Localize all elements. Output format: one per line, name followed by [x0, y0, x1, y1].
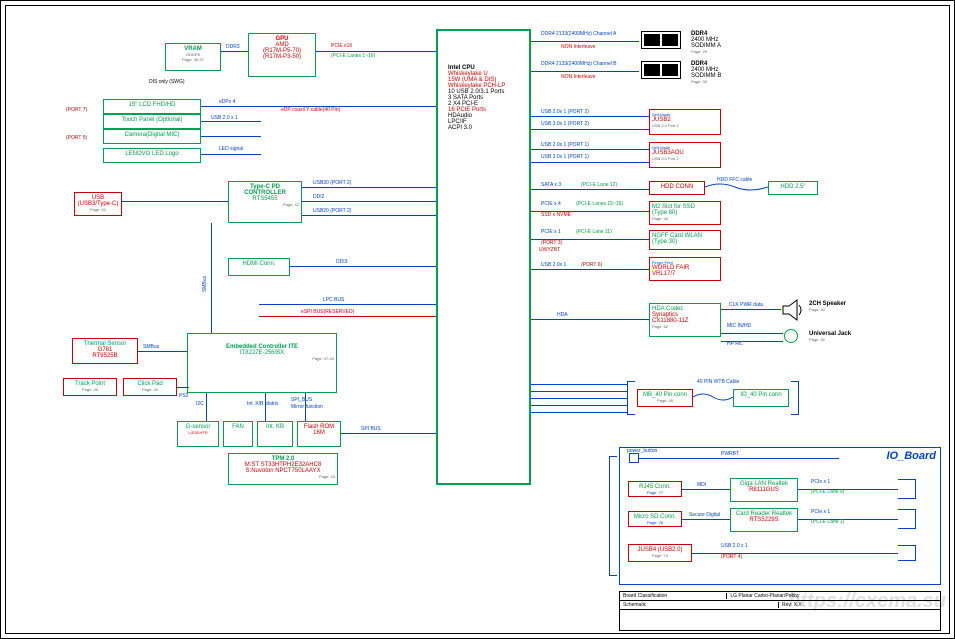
port7-label: (PORT 7) — [66, 107, 87, 113]
speaker-label: 2CH Speaker Page: 52 — [809, 301, 846, 312]
io40-block: IO_40 Pin conn — [733, 389, 789, 407]
tpm-block: TPM 2.0 M:ST ST33HTPH2E32AHC8 S:Nuvoton … — [228, 453, 338, 485]
pcie-lanes-label: (PCI-E Lanes 1~16) — [331, 53, 375, 59]
ddr4-a-block: DDR4 2400 MHz SODIMM A Page: 29 — [691, 31, 721, 54]
jusb4-block: JUSB4 (USB2.0) Page: 74 — [628, 544, 692, 562]
card-reader-block: Card Reader Realtek RTS5229S — [730, 508, 798, 532]
gpu-block: GPU AMD (R17M-P5-70) (R17M-P3-50) — [248, 33, 316, 77]
rj45-block: RJ45 Conn. Page: 77 — [628, 481, 682, 497]
vram-block: VRAM GDDR5 Page: 36-37 — [165, 43, 221, 71]
dis-only-label: DIS only (SWG) — [149, 79, 185, 85]
gsensor-block: G-sensor LIS3DHTR — [177, 421, 219, 447]
lan-block: Giga LAN Realtek R8111GUS — [730, 478, 798, 502]
sodimm-b-icon — [641, 61, 681, 79]
ddr3-label: DDR3 — [226, 44, 240, 50]
jack-icon — [784, 329, 798, 343]
hda-codec-block: HDA Codec Synaptics CX11880-11Z Page: 52 — [649, 303, 721, 337]
io-conn-usb — [898, 545, 916, 561]
hdd-block: HDD 2.5" — [768, 181, 818, 195]
power-button-icon — [629, 453, 639, 463]
ec-block: Embedded Controller ITE IT8227E-256/BX P… — [187, 333, 337, 393]
usb-typec-wire — [122, 201, 228, 202]
pcie-x16-label: PCIE x16 — [331, 43, 352, 49]
flashrom-block: Flash ROM 16M — [297, 421, 341, 447]
gpu-sub3: (R17M-P3-50) — [251, 54, 313, 60]
io-board-title: IO_Board — [886, 450, 936, 462]
intkb-block: Int. KB — [257, 421, 293, 447]
vram-gpu-wire — [221, 51, 248, 52]
usb-typec-connector: USB (USB3/Type-C) Page: 41 — [74, 192, 122, 216]
lcd-block: 15" LCD FHD/HD — [103, 99, 201, 114]
ffc-cable-icon — [705, 183, 768, 191]
led-signal: LED signal — [219, 146, 243, 152]
speaker-icon — [781, 299, 803, 321]
typec-block: Type-C PD CONTROLLER RTS5455 Page: 42 — [228, 181, 302, 223]
ddr4-b-block: DDR4 2400 MHz SODIMM B Page: 30 — [691, 61, 721, 84]
sodimm-a-icon — [641, 31, 681, 49]
sd-block: Micro SD Conn. Page: 78 — [628, 511, 682, 527]
trackpoint-block: Track Point Page: 40 — [63, 378, 117, 396]
mb40-block: MB_40 Pin conn Page: 45 — [637, 389, 693, 407]
ssd-block: M2 Slot for SSD (Type 80) Page: 44 — [649, 201, 721, 225]
port5-label: (PORT 5) — [66, 135, 87, 141]
io-conn-reader — [898, 509, 916, 529]
thermal-block: Thermal Sensor G781 RT9525B — [72, 338, 138, 364]
edp-wire — [201, 106, 436, 107]
clickpad-block: Click Pad Page: 40 — [123, 378, 177, 396]
edp-label: eDPx 4 — [219, 99, 235, 105]
hdd-conn-block: HDD CONN — [649, 181, 705, 195]
edp-cable-label: eDP coaxil Y cable(40 Pin) — [281, 107, 340, 113]
fan-block: FAN — [223, 421, 253, 447]
camera-block: Camera(Digital MIC) — [103, 129, 201, 144]
fingerprint-block: Finger Print WORLD FAIR VRL17/7 — [649, 257, 721, 281]
jusb3aou-block: Self-Made JUSB3AOU USB 3.0 Port 2 — [649, 142, 721, 168]
vram-page: Page: 36-37 — [168, 57, 218, 62]
wtb-cable-icon — [693, 391, 733, 403]
touch-block: Touch Panel (Optional) — [103, 114, 201, 129]
cpu-block: Intel CPU Whiskeylake U 15W (UMA & DIS) … — [436, 29, 531, 485]
io-conn-lan — [898, 479, 916, 499]
logo-block: LENOVO LED Logo — [103, 148, 201, 163]
wlan-block: NGFF Card WLAN (Type 30) — [649, 230, 721, 250]
jack-label: Universal Jack Page: 52 — [809, 331, 851, 342]
jusb2-block: Self-Made JUSB2 USB 2.0 Port 2 — [649, 109, 721, 135]
gpu-cpu-wire — [316, 51, 436, 52]
title-block: Board Classification LG Planar Carbo-Pla… — [619, 591, 941, 631]
hdmi-block: HDMI Conn. — [228, 258, 290, 276]
